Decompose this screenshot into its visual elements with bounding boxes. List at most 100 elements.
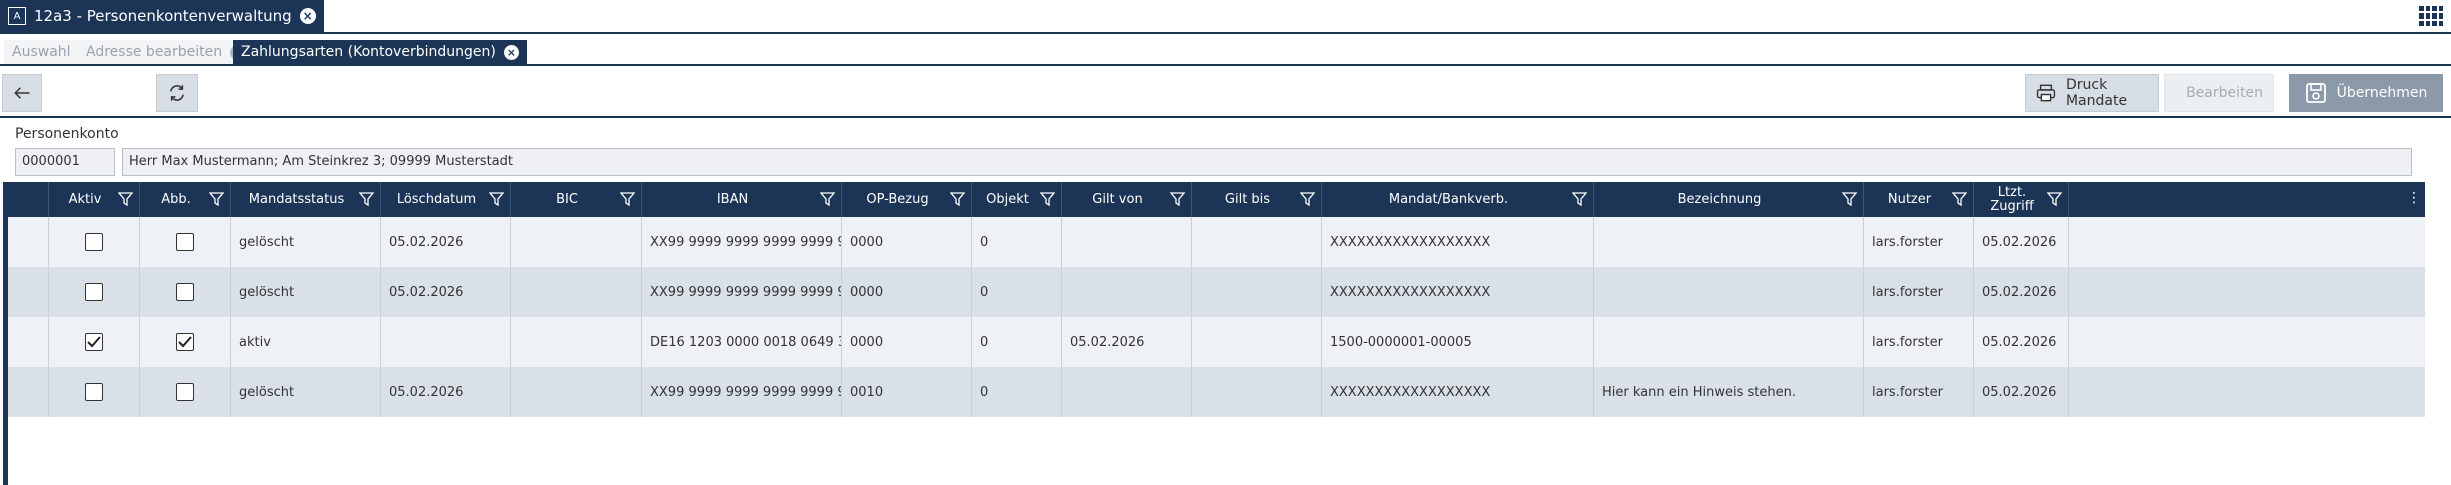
filter-icon[interactable]	[489, 192, 504, 207]
filter-icon[interactable]	[1040, 192, 1055, 207]
cell-mandat: XXXXXXXXXXXXXXXXXX	[1321, 367, 1593, 417]
column-header-letzter-zugriff[interactable]: Ltzt. Zugriff	[1973, 182, 2068, 217]
table-row[interactable]: gelöscht 05.02.2026 XX99 9999 9999 9999 …	[8, 267, 2425, 317]
uebernehmen-label: Übernehmen	[2336, 85, 2428, 101]
cell-status: gelöscht	[230, 217, 380, 267]
cell-status: gelöscht	[230, 367, 380, 417]
cell-bic	[510, 367, 641, 417]
cell-nutzer: lars.forster	[1863, 317, 1973, 367]
column-header-bezeichnung[interactable]: Bezeichnung	[1593, 182, 1863, 217]
back-button[interactable]	[2, 74, 42, 112]
checkbox-aktiv[interactable]	[85, 283, 103, 301]
uebernehmen-button[interactable]: Übernehmen	[2289, 74, 2443, 112]
cell-aktiv[interactable]	[48, 367, 139, 417]
cell-aktiv[interactable]	[48, 317, 139, 367]
column-header-nutzer[interactable]: Nutzer	[1863, 182, 1973, 217]
cell-status: gelöscht	[230, 267, 380, 317]
filter-icon[interactable]	[1170, 192, 1185, 207]
table-row[interactable]: gelöscht 05.02.2026 XX99 9999 9999 9999 …	[8, 217, 2425, 267]
filter-icon[interactable]	[620, 192, 635, 207]
checkbox-aktiv[interactable]	[85, 383, 103, 401]
cell-gilt-von	[1061, 267, 1191, 317]
close-icon[interactable]: ×	[503, 44, 519, 60]
app-grid-icon[interactable]	[2419, 6, 2443, 26]
filter-icon[interactable]	[118, 192, 133, 207]
cell-bezeichnung	[1593, 217, 1863, 267]
refresh-button[interactable]	[156, 74, 198, 112]
cell-bezeichnung	[1593, 317, 1863, 367]
table-row[interactable]: gelöscht 05.02.2026 XX99 9999 9999 9999 …	[8, 367, 2425, 417]
column-header-objekt[interactable]: Objekt	[971, 182, 1061, 217]
cell-op-bezug: 0000	[841, 317, 971, 367]
cell-objekt: 0	[971, 367, 1061, 417]
cell-letzter-zugriff: 05.02.2026	[1973, 267, 2068, 317]
window-titlebar: A 12a3 - Personenkontenverwaltung ×	[0, 0, 2451, 34]
column-header-bic[interactable]: BIC	[510, 182, 641, 217]
app-tab-title: 12a3 - Personenkontenverwaltung	[34, 7, 292, 25]
column-header-mandat[interactable]: Mandat/Bankverb.	[1321, 182, 1593, 217]
filter-icon[interactable]	[1572, 192, 1587, 207]
cell-gilt-von	[1061, 367, 1191, 417]
tab-adresse-bearbeiten[interactable]: Adresse bearbeiten ×	[78, 40, 254, 64]
filter-icon[interactable]	[820, 192, 835, 207]
checkbox-abb[interactable]	[176, 383, 194, 401]
cell-abb[interactable]	[139, 367, 230, 417]
filter-icon[interactable]	[2047, 192, 2062, 207]
column-menu-icon[interactable]: ⋮	[2407, 190, 2421, 206]
table-header: Aktiv Abb. Mandatsstatus Löschdatum BIC …	[3, 182, 2425, 217]
cell-iban: DE16 1203 0000 0018 0649 31	[641, 317, 841, 367]
cell-letzter-zugriff: 05.02.2026	[1973, 367, 2068, 417]
column-header-op-bezug[interactable]: OP-Bezug	[841, 182, 971, 217]
tab-zahlungsarten[interactable]: Zahlungsarten (Kontoverbindungen) ×	[233, 40, 527, 64]
tab-label: Adresse bearbeiten	[86, 44, 223, 60]
cell-bic	[510, 317, 641, 367]
cell-loeschdatum: 05.02.2026	[380, 367, 510, 417]
cell-abb[interactable]	[139, 317, 230, 367]
app-tab[interactable]: A 12a3 - Personenkontenverwaltung ×	[0, 0, 324, 32]
table-row[interactable]: aktiv DE16 1203 0000 0018 0649 31 0000 0…	[8, 317, 2425, 367]
cell-bic	[510, 267, 641, 317]
account-number-field: 0000001	[15, 148, 115, 176]
tab-label: Auswahl	[12, 44, 71, 60]
checkbox-aktiv[interactable]	[85, 333, 103, 351]
column-header-aktiv[interactable]: Aktiv	[48, 182, 139, 217]
cell-nutzer: lars.forster	[1863, 367, 1973, 417]
filter-icon[interactable]	[1952, 192, 1967, 207]
checkbox-aktiv[interactable]	[85, 233, 103, 251]
filter-icon[interactable]	[1300, 192, 1315, 207]
cell-iban: XX99 9999 9999 9999 9999 9...	[641, 367, 841, 417]
bearbeiten-button[interactable]: Bearbeiten	[2164, 74, 2274, 112]
cell-op-bezug: 0000	[841, 217, 971, 267]
filter-icon[interactable]	[1842, 192, 1857, 207]
zahlungsarten-table: Aktiv Abb. Mandatsstatus Löschdatum BIC …	[3, 182, 2425, 485]
filter-icon[interactable]	[950, 192, 965, 207]
checkbox-abb[interactable]	[176, 333, 194, 351]
checkbox-abb[interactable]	[176, 283, 194, 301]
printer-icon	[2036, 84, 2056, 102]
close-icon[interactable]: ×	[299, 8, 316, 24]
checkbox-abb[interactable]	[176, 233, 194, 251]
cell-aktiv[interactable]	[48, 217, 139, 267]
cell-iban: XX99 9999 9999 9999 9999 9...	[641, 217, 841, 267]
save-icon	[2305, 83, 2326, 103]
filter-icon[interactable]	[209, 192, 224, 207]
column-header-abb[interactable]: Abb.	[139, 182, 230, 217]
cell-aktiv[interactable]	[48, 267, 139, 317]
cell-mandat: XXXXXXXXXXXXXXXXXX	[1321, 217, 1593, 267]
subtab-bar: Auswahl Adresse bearbeiten × Zahlungsart…	[0, 38, 2451, 66]
cell-abb[interactable]	[139, 267, 230, 317]
column-header-gilt-von[interactable]: Gilt von	[1061, 182, 1191, 217]
column-header-gilt-bis[interactable]: Gilt bis	[1191, 182, 1321, 217]
row-end-divider	[2068, 317, 2069, 367]
column-header-mandatsstatus[interactable]: Mandatsstatus	[230, 182, 380, 217]
cell-op-bezug: 0010	[841, 367, 971, 417]
edit-document-icon	[2175, 92, 2177, 94]
column-header-iban[interactable]: IBAN	[641, 182, 841, 217]
refresh-icon	[170, 85, 184, 101]
druck-mandate-button[interactable]: Druck Mandate	[2025, 74, 2159, 112]
cell-objekt: 0	[971, 267, 1061, 317]
column-header-loeschdatum[interactable]: Löschdatum	[380, 182, 510, 217]
tab-auswahl[interactable]: Auswahl	[4, 40, 79, 64]
cell-abb[interactable]	[139, 217, 230, 267]
filter-icon[interactable]	[359, 192, 374, 207]
